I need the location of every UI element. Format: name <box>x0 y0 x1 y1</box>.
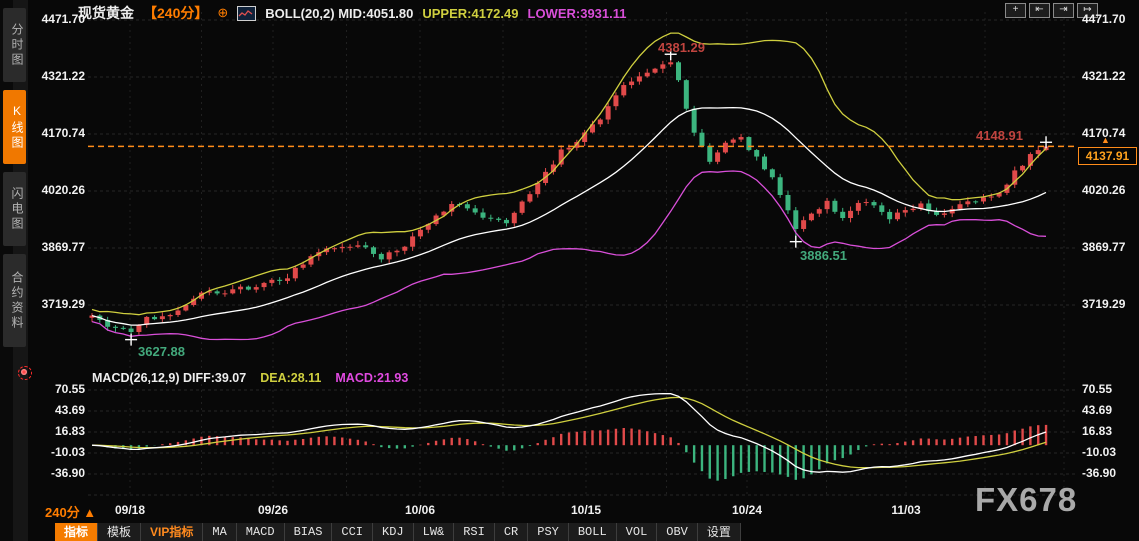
crosshair-icon[interactable]: + <box>1005 3 1026 18</box>
toolbar-tab-BOLL[interactable]: BOLL <box>569 523 617 541</box>
toolbar-tab-MA[interactable]: MA <box>203 523 236 541</box>
x-axis-date-label: 11/03 <box>876 503 936 517</box>
toolbar-tab-LW[interactable]: LW& <box>414 523 455 541</box>
boll-lower-label: LOWER:3931.11 <box>528 6 627 21</box>
toolbar-tab-CCI[interactable]: CCI <box>332 523 373 541</box>
price-up-arrow-icon: ▲ <box>1101 135 1110 145</box>
macd-value-label: MACD:21.93 <box>335 371 408 385</box>
sidebar-tab-0[interactable]: 分时图 <box>3 8 26 82</box>
toolbar-tab-MACD[interactable]: MACD <box>237 523 285 541</box>
compress-left-icon[interactable]: ⇤ <box>1029 3 1050 18</box>
chart-app: 现货黄金 【240分】 ⊕ BOLL(20,2) MID:4051.80 UPP… <box>0 0 1139 541</box>
toolbar-tab-OBV[interactable]: OBV <box>657 523 698 541</box>
price-axis-label-right: 4471.70 <box>1082 12 1134 26</box>
macd-axis-label-right: -36.90 <box>1082 466 1134 480</box>
chart-header: 现货黄金 【240分】 ⊕ BOLL(20,2) MID:4051.80 UPP… <box>78 3 627 23</box>
annotation-start-low: 3627.88 <box>138 344 185 359</box>
price-axis-label-left: 4170.74 <box>33 126 85 140</box>
price-axis-label-left: 4020.26 <box>33 183 85 197</box>
period-selector[interactable]: 240分 ▲ <box>45 502 96 521</box>
macd-axis-label-left: 70.55 <box>33 382 85 396</box>
grid-lines <box>88 12 1076 495</box>
indicator-toolbar: 指标模板VIP指标MAMACDBIASCCIKDJLW&RSICRPSYBOLL… <box>55 523 741 541</box>
macd-axis-label-left: 43.69 <box>33 403 85 417</box>
toolbar-tab-CR[interactable]: CR <box>495 523 528 541</box>
macd-axis-label-left: -36.90 <box>33 466 85 480</box>
price-axis-label-left: 4471.70 <box>33 12 85 26</box>
toolbar-tab-[interactable]: 模板 <box>98 523 141 541</box>
boll-mid-label: BOLL(20,2) MID:4051.80 <box>265 6 413 21</box>
toolbar-tab-RSI[interactable]: RSI <box>454 523 495 541</box>
macd-axis-label-right: 70.55 <box>1082 382 1134 396</box>
sidebar-tab-kline[interactable]: K线图 <box>3 90 26 164</box>
symbol-title: 现货黄金 <box>78 3 134 23</box>
annotation-swing-low: 3886.51 <box>800 248 847 263</box>
current-price-tag: 4137.91 <box>1078 147 1137 165</box>
macd-axis-label-right: -10.03 <box>1082 445 1134 459</box>
macd-axis-label-right: 16.83 <box>1082 424 1134 438</box>
x-axis-date-label: 09/18 <box>100 503 160 517</box>
x-axis-date-label: 10/15 <box>556 503 616 517</box>
candles-layer <box>90 54 1049 339</box>
macd-axis-label-right: 43.69 <box>1082 403 1134 417</box>
price-axis-label-left: 3869.77 <box>33 240 85 254</box>
macd-title-diff: MACD(26,12,9) DIFF:39.07 <box>92 371 246 385</box>
price-axis-label-left: 3719.29 <box>33 297 85 311</box>
macd-axis-label-left: 16.83 <box>33 424 85 438</box>
add-indicator-icon[interactable]: ⊕ <box>217 5 228 21</box>
price-axis-label-right: 3719.29 <box>1082 297 1134 311</box>
toolbar-tab-VOL[interactable]: VOL <box>617 523 658 541</box>
macd-header: MACD(26,12,9) DIFF:39.07 DEA:28.11 MACD:… <box>92 371 408 385</box>
bollinger-lower-line <box>92 171 1046 340</box>
sidebar-tab-3[interactable]: 合约资料 <box>3 254 26 347</box>
period-badge: 【240分】 <box>143 3 208 23</box>
price-axis-label-right: 4020.26 <box>1082 183 1134 197</box>
price-axis-label-right: 4321.22 <box>1082 69 1134 83</box>
extreme-markers <box>125 48 1052 345</box>
x-axis-date-label: 10/06 <box>390 503 450 517</box>
annotation-recent-high: 4148.91 <box>976 128 1023 143</box>
sidebar: 分时图 K线图闪电图合约资料 <box>0 0 28 541</box>
annotation-peak-high: 4381.29 <box>658 40 705 55</box>
sidebar-tab-2[interactable]: 闪电图 <box>3 172 26 246</box>
toolbar-tab-VIP[interactable]: VIP指标 <box>141 523 203 541</box>
toolbar-tab-[interactable]: 设置 <box>698 523 741 541</box>
price-axis-label-left: 4321.22 <box>33 69 85 83</box>
watermark: FX678 <box>975 481 1077 519</box>
price-axis-label-right: 3869.77 <box>1082 240 1134 254</box>
toolbar-tab-[interactable]: 指标 <box>55 523 98 541</box>
boll-upper-label: UPPER:4172.49 <box>422 6 518 21</box>
macd-axis-label-left: -10.03 <box>33 445 85 459</box>
toolbar-tab-KDJ[interactable]: KDJ <box>373 523 414 541</box>
toolbar-tab-PSY[interactable]: PSY <box>528 523 569 541</box>
macd-dea-label: DEA:28.11 <box>260 371 321 385</box>
mini-chart-icon[interactable] <box>237 6 256 21</box>
alarm-icon[interactable] <box>18 366 32 380</box>
candlestick-chart-canvas <box>0 0 1139 541</box>
x-axis-date-label: 10/24 <box>717 503 777 517</box>
bollinger-upper-line <box>92 33 1046 315</box>
compress-right-icon[interactable]: ⇥ <box>1053 3 1074 18</box>
x-axis-date-label: 09/26 <box>243 503 303 517</box>
toolbar-tab-BIAS[interactable]: BIAS <box>285 523 333 541</box>
